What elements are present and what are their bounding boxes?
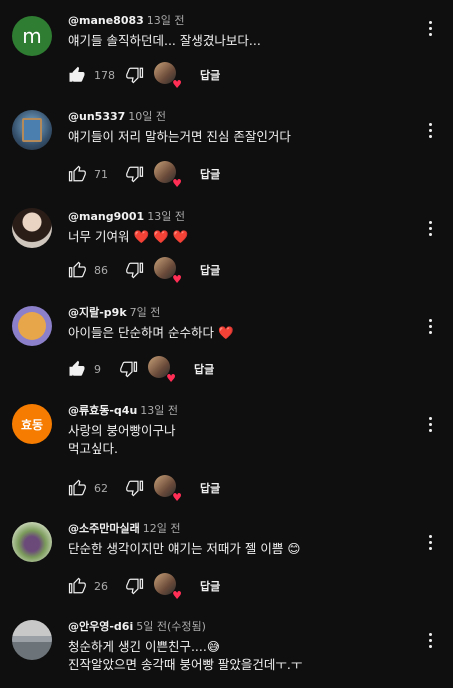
comment-author[interactable]: @mane8083 bbox=[68, 14, 144, 27]
heart-icon: ♥ bbox=[172, 491, 182, 504]
like-count: 26 bbox=[94, 579, 108, 593]
thumb-up-icon bbox=[68, 165, 86, 182]
comment-author[interactable]: @류효동-q4u bbox=[68, 404, 137, 417]
thumb-up-icon bbox=[68, 577, 86, 594]
like-button[interactable] bbox=[66, 163, 88, 185]
dislike-button[interactable] bbox=[124, 575, 146, 597]
creator-heart-badge: ♥ bbox=[154, 475, 182, 504]
avatar-letter: m bbox=[22, 24, 42, 48]
reply-button[interactable]: 답글 bbox=[200, 480, 220, 496]
thumb-up-filled-icon bbox=[69, 360, 85, 376]
more-options-icon[interactable] bbox=[423, 18, 437, 38]
comment-text: 얘기들이 저리 말하는거면 진심 존잘인거다 bbox=[68, 129, 291, 144]
reply-button[interactable]: 답글 bbox=[200, 578, 220, 594]
avatar[interactable] bbox=[12, 620, 52, 660]
avatar-image bbox=[18, 312, 46, 340]
like-count: 71 bbox=[94, 167, 108, 181]
avatar-text: 효동 bbox=[20, 417, 44, 432]
avatar-image bbox=[22, 118, 42, 142]
creator-heart-badge: ♥ bbox=[154, 161, 182, 190]
more-options-icon[interactable] bbox=[423, 414, 437, 434]
heart-icon: ♥ bbox=[166, 372, 176, 385]
like-count: 9 bbox=[94, 362, 101, 376]
avatar[interactable] bbox=[12, 522, 52, 562]
like-button[interactable] bbox=[66, 477, 88, 499]
smile-emoji: 😊 bbox=[287, 541, 301, 556]
dislike-button[interactable] bbox=[124, 259, 146, 281]
comment-time[interactable]: 10일 전 bbox=[128, 110, 166, 123]
comment-author[interactable]: @소주만마실래 bbox=[68, 522, 140, 535]
more-options-icon[interactable] bbox=[423, 316, 437, 336]
like-button[interactable] bbox=[66, 64, 88, 86]
more-options-icon[interactable] bbox=[423, 630, 437, 650]
avatar[interactable] bbox=[12, 208, 52, 248]
comment-time[interactable]: 13일 전 bbox=[140, 404, 178, 417]
avatar[interactable]: 효동 bbox=[12, 404, 52, 444]
dislike-button[interactable] bbox=[118, 358, 140, 380]
dislike-button[interactable] bbox=[124, 163, 146, 185]
comment-author[interactable]: @지랄-p9k bbox=[68, 306, 127, 319]
comment-author[interactable]: @un5337 bbox=[68, 110, 125, 123]
avatar[interactable] bbox=[12, 306, 52, 346]
heart-icon: ♥ bbox=[172, 273, 182, 286]
heart-icon: ♥ bbox=[172, 589, 182, 602]
thumb-up-icon bbox=[68, 479, 86, 496]
reply-button[interactable]: 답글 bbox=[194, 361, 214, 377]
reply-button[interactable]: 답글 bbox=[200, 166, 220, 182]
comment-text: 단순한 생각이지만 얘기는 저때가 젤 이쁨 😊 bbox=[68, 541, 301, 556]
thumb-down-icon bbox=[126, 166, 144, 183]
comment-text: 청순하게 생긴 이쁜친구....😅 진작알았으면 송각때 붕어빵 팔았을건데ㅜ.ㅜ bbox=[68, 639, 303, 672]
heart-emoji: ❤️ ❤️ ❤️ bbox=[133, 229, 189, 244]
creator-heart-badge: ♥ bbox=[148, 356, 176, 385]
thumb-down-icon bbox=[126, 262, 144, 279]
thumb-up-icon bbox=[68, 261, 86, 278]
like-button[interactable] bbox=[66, 259, 88, 281]
more-options-icon[interactable] bbox=[423, 120, 437, 140]
thumb-down-icon bbox=[126, 480, 144, 497]
comment-author[interactable]: @mang9001 bbox=[68, 210, 144, 223]
thumb-down-icon bbox=[126, 578, 144, 595]
avatar[interactable] bbox=[12, 110, 52, 150]
comment-text: 너무 기여워 ❤️ ❤️ ❤️ bbox=[68, 229, 189, 244]
creator-heart-badge: ♥ bbox=[154, 573, 182, 602]
thumb-up-filled-icon bbox=[69, 66, 85, 82]
thumb-down-icon bbox=[126, 67, 144, 84]
comment-text: 아이들은 단순하며 순수하다 ❤️ bbox=[68, 325, 234, 340]
dislike-button[interactable] bbox=[124, 64, 146, 86]
heart-emoji: ❤️ bbox=[217, 325, 234, 340]
avatar[interactable]: m bbox=[12, 16, 52, 56]
heart-icon: ♥ bbox=[172, 177, 182, 190]
reply-button[interactable]: 답글 bbox=[200, 67, 220, 83]
more-options-icon[interactable] bbox=[423, 218, 437, 238]
like-button[interactable] bbox=[66, 575, 88, 597]
comment-time[interactable]: 13일 전 bbox=[147, 210, 185, 223]
comment-author[interactable]: @안우영-d6i bbox=[68, 620, 133, 633]
creator-heart-badge: ♥ bbox=[154, 257, 182, 286]
comment-time[interactable]: 5일 전(수정됨) bbox=[136, 620, 206, 633]
sweat-smile-emoji: 😅 bbox=[206, 639, 220, 654]
creator-heart-badge: ♥ bbox=[154, 62, 182, 91]
like-button[interactable] bbox=[66, 358, 88, 380]
comment-text: 사랑의 붕어빵이구나 먹고싶다. bbox=[68, 423, 176, 456]
reply-button[interactable]: 답글 bbox=[200, 262, 220, 278]
more-options-icon[interactable] bbox=[423, 532, 437, 552]
comment-time[interactable]: 12일 전 bbox=[143, 522, 181, 535]
thumb-down-icon bbox=[120, 361, 138, 378]
like-count: 86 bbox=[94, 263, 108, 277]
like-count: 178 bbox=[94, 68, 115, 82]
comment-time[interactable]: 7일 전 bbox=[130, 306, 161, 319]
like-count: 62 bbox=[94, 481, 108, 495]
comment-text: 얘기들 솔직하던데... 잘생겼나보다... bbox=[68, 33, 261, 48]
dislike-button[interactable] bbox=[124, 477, 146, 499]
comment-time[interactable]: 13일 전 bbox=[147, 14, 185, 27]
heart-icon: ♥ bbox=[172, 78, 182, 91]
